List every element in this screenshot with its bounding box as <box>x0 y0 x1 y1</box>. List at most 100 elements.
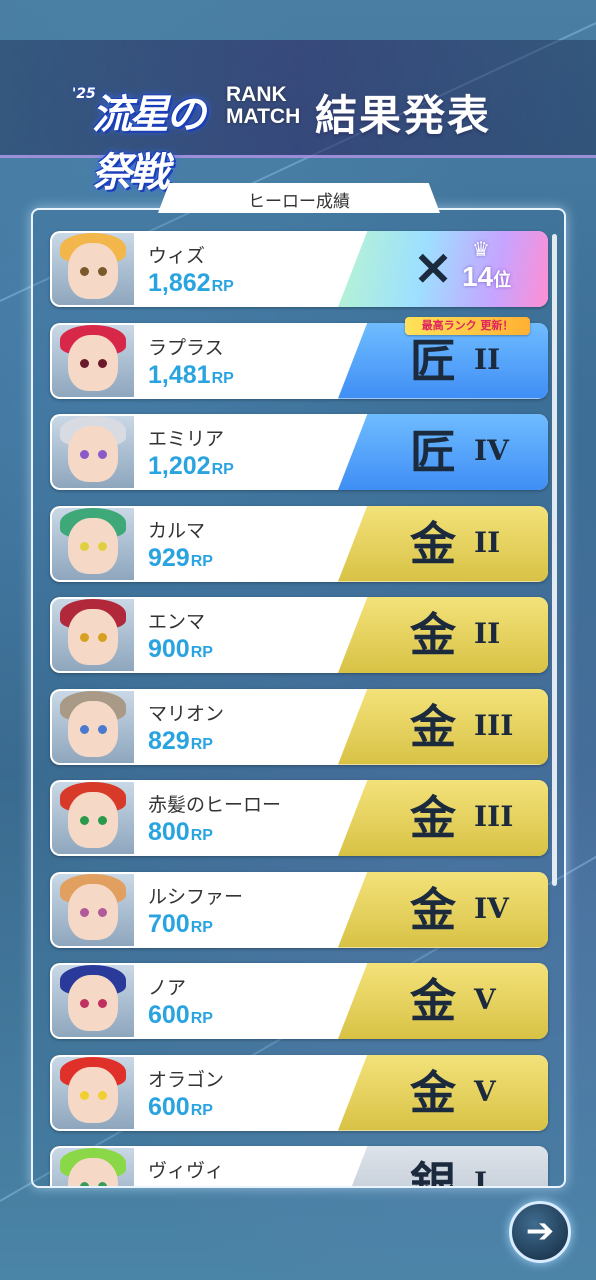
hero-rp-value: 900 <box>148 635 190 663</box>
hero-eye <box>98 816 107 825</box>
rank-tier: I <box>474 1166 488 1188</box>
crown-icon: ♛ <box>472 237 490 261</box>
rank-tier: III <box>474 800 514 833</box>
hero-avatar <box>52 599 134 671</box>
hero-rp-unit: RP <box>190 644 213 661</box>
hero-avatar <box>52 324 134 397</box>
hero-eye <box>80 267 89 276</box>
rank-badge: ✕ ♛ 14位 <box>338 231 548 307</box>
hero-name: ラプラス <box>148 336 224 359</box>
rank-place: 14位 <box>462 261 511 293</box>
hero-face <box>68 1066 118 1123</box>
hero-face <box>68 975 118 1031</box>
hero-name: エンマ <box>148 611 206 633</box>
hero-avatar <box>52 416 134 488</box>
hero-row[interactable]: ヴィヴィ 銀 I <box>50 1146 548 1188</box>
hero-row[interactable]: ウィズ 1,862RP ✕ ♛ 14位 <box>50 231 548 307</box>
arrow-right-icon: ➔ <box>525 1211 555 1251</box>
hero-eye <box>98 724 107 734</box>
rank-label: RANK <box>226 83 287 106</box>
rank-badge: 金 V <box>338 1054 548 1131</box>
hero-row[interactable]: 赤髪のヒーロー 800RP 金 III <box>50 780 548 856</box>
hero-face <box>68 792 118 848</box>
hero-name: マリオン <box>148 702 225 725</box>
hero-eye <box>80 358 89 368</box>
hero-face <box>68 334 118 391</box>
hero-eye <box>80 1182 89 1186</box>
rank-tier: II <box>474 342 501 376</box>
panel-tab: ヒーロー成績 <box>158 183 440 213</box>
hero-name: オラゴン <box>148 1068 225 1091</box>
rank-emblem-icon: 匠 <box>410 333 456 388</box>
hero-face <box>68 609 118 665</box>
hero-rp-value: 1,862 <box>148 269 211 297</box>
hero-rp-unit: RP <box>211 278 234 295</box>
hero-name: ノア <box>148 977 187 999</box>
rank-badge: 金 II <box>338 505 548 582</box>
hero-rp: 700RP <box>148 910 213 939</box>
hero-rp: 1,862RP <box>148 269 234 298</box>
hero-results-panel: ウィズ 1,862RP ✕ ♛ 14位 ラプラス 1,481RP 匠 II エミ… <box>31 208 566 1188</box>
rank-match-label: RANK MATCH <box>226 84 300 128</box>
rank-emblem-icon: 金 <box>410 882 456 937</box>
hero-rp-unit: RP <box>211 461 234 478</box>
hero-row[interactable]: カルマ 929RP 金 II <box>50 505 548 582</box>
hero-name: エミリア <box>148 428 225 450</box>
hero-face <box>68 243 118 299</box>
rank-emblem-icon: 金 <box>410 974 456 1028</box>
rank-badge: 金 III <box>338 688 548 765</box>
hero-rp-unit: RP <box>190 552 213 570</box>
hero-rp: 929RP <box>148 544 213 573</box>
hero-eye <box>80 816 89 825</box>
rank-emblem-icon: ✕ <box>413 242 453 296</box>
hero-rp-unit: RP <box>190 1010 213 1027</box>
hero-eye <box>98 267 107 276</box>
rank-emblem-icon: 匠 <box>410 425 456 479</box>
hero-eye <box>98 450 107 459</box>
hero-name: カルマ <box>148 519 206 542</box>
hero-row[interactable]: ノア 600RP 金 V <box>50 963 548 1039</box>
hero-rp-value: 600 <box>148 1092 190 1121</box>
hero-eye <box>80 1090 89 1100</box>
rank-emblem-icon: 金 <box>410 1065 456 1120</box>
rank-badge: 金 IV <box>338 871 548 948</box>
hero-eye <box>98 999 107 1008</box>
hero-avatar <box>52 1148 134 1186</box>
scrollbar[interactable] <box>552 234 557 886</box>
hero-rp-unit: RP <box>190 827 213 844</box>
hero-row[interactable]: マリオン 829RP 金 III <box>50 688 548 765</box>
hero-row[interactable]: オラゴン 600RP 金 V <box>50 1054 548 1131</box>
hero-rp <box>148 1184 149 1186</box>
hero-face <box>68 517 118 574</box>
hero-eye <box>80 541 89 551</box>
hero-avatar <box>52 782 134 854</box>
hero-eye <box>80 907 89 917</box>
hero-rp-unit: RP <box>190 918 213 936</box>
hero-avatar <box>52 690 134 763</box>
next-button[interactable]: ➔ <box>509 1201 571 1263</box>
hero-rp-unit: RP <box>190 1101 213 1119</box>
hero-rp-unit: RP <box>211 369 234 387</box>
hero-rp: 600RP <box>148 1001 213 1030</box>
hero-eye <box>98 358 107 368</box>
hero-face <box>68 426 118 482</box>
hero-rp-value: 929 <box>148 543 190 572</box>
rank-badge: 匠 IV <box>338 414 548 490</box>
hero-face <box>68 700 118 757</box>
rank-place-value: 14 <box>462 261 494 292</box>
hero-rp: 900RP <box>148 635 213 664</box>
hero-face <box>68 883 118 940</box>
rank-tier: V <box>474 1074 496 1108</box>
hero-eye <box>98 1090 107 1100</box>
hero-name: ルシファー <box>148 885 244 908</box>
hero-name: ヴィヴィ <box>148 1160 225 1182</box>
match-label: MATCH <box>226 105 301 128</box>
hero-rp-value: 600 <box>148 1001 190 1029</box>
hero-row[interactable]: ルシファー 700RP 金 IV <box>50 871 548 948</box>
rank-tier: V <box>474 983 496 1016</box>
rank-tier: II <box>474 525 501 559</box>
rank-place-suffix: 位 <box>493 270 512 290</box>
hero-row[interactable]: エンマ 900RP 金 II <box>50 597 548 673</box>
hero-row[interactable]: エミリア 1,202RP 匠 IV <box>50 414 548 490</box>
rank-badge: 金 III <box>338 780 548 856</box>
